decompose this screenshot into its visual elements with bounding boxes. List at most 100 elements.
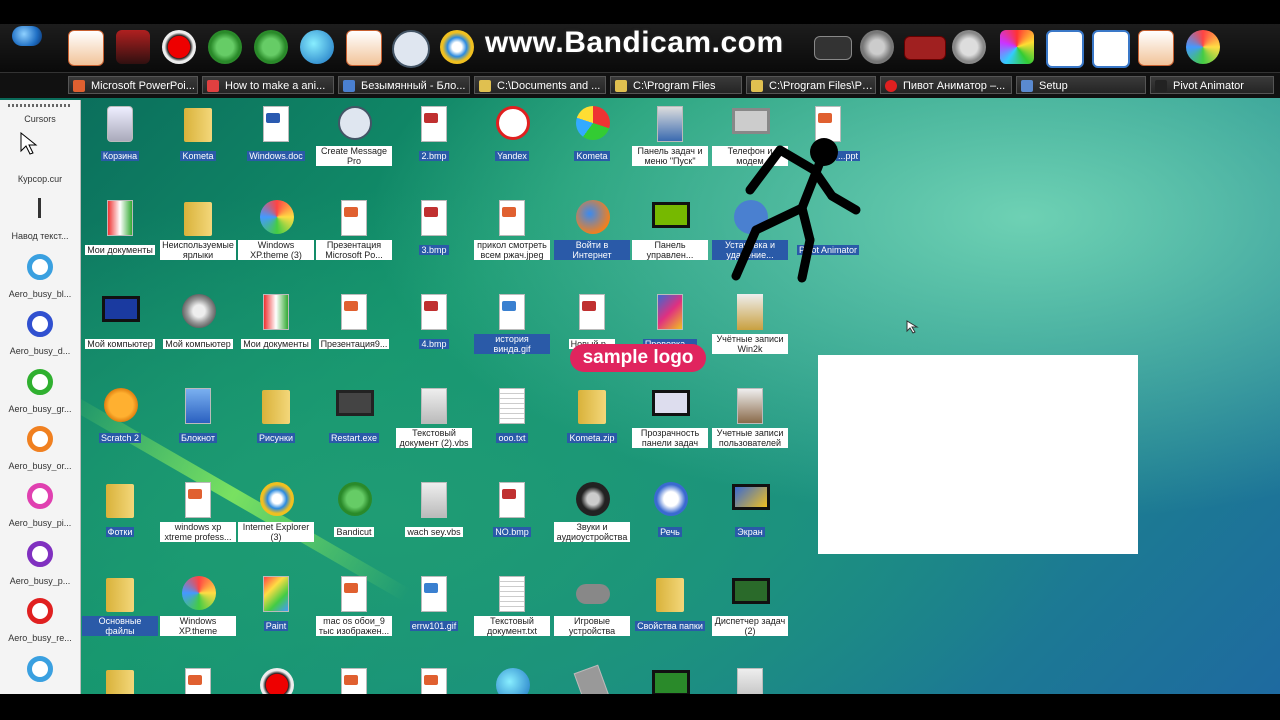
- bandicut-icon[interactable]: [208, 30, 242, 64]
- power-icon[interactable]: [814, 36, 852, 60]
- desktop-icon-no-bmp[interactable]: NO.bmp: [474, 480, 550, 539]
- start-button[interactable]: [12, 26, 42, 46]
- desktop-icon-ooo-txt[interactable]: ooo.txt: [474, 386, 550, 445]
- desktop-icon-my-computer-2[interactable]: Мой компьютер: [160, 292, 236, 351]
- busy-cursor-icon[interactable]: [27, 541, 53, 567]
- record-icon[interactable]: [162, 30, 196, 64]
- text-cursor-icon[interactable]: [38, 198, 41, 218]
- window-icon[interactable]: [1092, 30, 1130, 68]
- theme-icon[interactable]: [1186, 30, 1220, 64]
- yandex-icon: [496, 106, 530, 140]
- desktop-icon-yandex[interactable]: Yandex: [474, 104, 550, 163]
- powerpoint-icon[interactable]: [68, 30, 104, 66]
- taskbar-item[interactable]: C:\Program Files: [610, 76, 742, 94]
- taskbar-item[interactable]: C:\Documents and ...: [474, 76, 606, 94]
- desktop-icon-kometa-zip[interactable]: Kometa.zip: [554, 386, 630, 445]
- desktop-icon-mac-wallpapers[interactable]: mac os обои_9 тыс изображен...: [316, 574, 392, 638]
- desktop-icon-check[interactable]: Проверка ...: [632, 292, 708, 351]
- taskbar-item[interactable]: Setup: [1016, 76, 1146, 94]
- desktop-icon-2-bmp[interactable]: 2.bmp: [396, 104, 472, 163]
- desktop-icon-text-doc[interactable]: Текстовый документ.txt: [474, 574, 550, 638]
- desktop-icon-speech[interactable]: Речь: [632, 480, 708, 539]
- gear-icon[interactable]: [860, 30, 894, 64]
- desktop-icon-paint[interactable]: Paint: [238, 574, 314, 633]
- cursor-label: Навод текст...: [11, 231, 69, 241]
- desktop-icon-new-bmp[interactable]: Новый р...: [554, 292, 630, 351]
- desktop-icon-presentation[interactable]: Презентация Microsoft Po...: [316, 198, 392, 262]
- folder-icon: [106, 578, 134, 612]
- desktop-icon-my-documents[interactable]: Мои документы: [82, 198, 158, 257]
- desktop-icon-notepad[interactable]: Блокнот: [160, 386, 236, 445]
- taskbar-item[interactable]: Pivot Animator: [1150, 76, 1274, 94]
- desktop-icon-xp-theme[interactable]: Windows XP.theme: [160, 574, 236, 638]
- powerpoint-icon: [341, 200, 367, 236]
- desktop-icon-windows-doc[interactable]: Windows.doc: [238, 104, 314, 163]
- desktop-icon-kometa-folder[interactable]: Kometa: [160, 104, 236, 163]
- desktop-icon-unused-shortcuts[interactable]: Неиспользуемые ярлыки: [160, 198, 236, 262]
- desktop-icon-my-computer[interactable]: Мой компьютер: [82, 292, 158, 351]
- desktop-icon-3-bmp[interactable]: 3.bmp: [396, 198, 472, 257]
- busy-cursor-icon[interactable]: [27, 483, 53, 509]
- desktop-icon-task-manager[interactable]: Диспетчер задач (2): [712, 574, 788, 638]
- busy-cursor-icon[interactable]: [27, 656, 53, 682]
- colors-icon[interactable]: [1000, 30, 1034, 64]
- taskbar-item[interactable]: Пивот Аниматор –...: [880, 76, 1012, 94]
- busy-cursor-icon[interactable]: [27, 254, 53, 280]
- bmp-icon: [421, 200, 447, 236]
- bandicut-icon[interactable]: [254, 30, 288, 64]
- busy-cursor-icon[interactable]: [27, 426, 53, 452]
- globe-icon[interactable]: [300, 30, 334, 64]
- desktop-icon-presentation-9[interactable]: Презентация9...: [316, 292, 392, 351]
- taskbar-item[interactable]: Безымянный - Бло...: [338, 76, 470, 94]
- power-icon[interactable]: [904, 36, 946, 60]
- powerpoint-icon[interactable]: [1138, 30, 1174, 66]
- desktop-icon-display[interactable]: Экран: [712, 480, 788, 539]
- desktop-icon-internet-explorer[interactable]: Internet Explorer (3): [238, 480, 314, 544]
- window-icon[interactable]: [1046, 30, 1084, 68]
- folder-icon: [184, 108, 212, 142]
- desktop-icon-xtreme-ppt[interactable]: windows xp xtreme profess...: [160, 480, 236, 544]
- desktop-icon-folder-options[interactable]: Свойства папки: [632, 574, 708, 633]
- desktop-icon-user-accounts[interactable]: Учетные записи пользователей: [712, 386, 788, 450]
- busy-cursor-icon[interactable]: [27, 598, 53, 624]
- desktop-icon-history-gif[interactable]: история винда.gif: [474, 292, 550, 356]
- desktop-icon-wach-sey[interactable]: wach sey.vbs: [396, 480, 472, 539]
- desktop-icon-main-files[interactable]: Основные файлы: [82, 574, 158, 638]
- headset-icon[interactable]: [952, 30, 986, 64]
- desktop-icon-user-accounts-win2k[interactable]: Учётные записи Win2k: [712, 292, 788, 356]
- taskbar-item[interactable]: Microsoft PowerPoi...: [68, 76, 198, 94]
- desktop-icon-funny-jpeg[interactable]: прикол смотреть всем ржач.jpeg: [474, 198, 550, 262]
- desktop-icon-my-documents-2[interactable]: Мои документы: [238, 292, 314, 351]
- nvidia-icon: [652, 202, 690, 228]
- game-icon[interactable]: [116, 30, 150, 64]
- desktop-icon-photos-folder[interactable]: Фотки: [82, 480, 158, 539]
- ie-icon[interactable]: [440, 30, 474, 64]
- desktop-icon-vbs-2[interactable]: Текстовый документ (2).vbs: [396, 386, 472, 450]
- desktop-icon-xp-theme-3[interactable]: Windows XP.theme (3): [238, 198, 314, 262]
- taskbar-item[interactable]: How to make a ani...: [202, 76, 334, 94]
- desktop-icon-nvidia-panel[interactable]: Панель управлен...: [632, 198, 708, 262]
- arrow-cursor-icon[interactable]: [20, 132, 38, 156]
- desktop-icon-errw101[interactable]: errw101.gif: [396, 574, 472, 633]
- rjl-icon[interactable]: [392, 30, 430, 68]
- powerpoint-icon[interactable]: [346, 30, 382, 66]
- busy-cursor-icon[interactable]: [27, 311, 53, 337]
- panel-grip[interactable]: [8, 104, 72, 107]
- desktop-icon-internet-login[interactable]: Войти в Интернет: [554, 198, 630, 262]
- desktop-icon-kometa[interactable]: Kometa: [554, 104, 630, 163]
- desktop-icon-bandicut[interactable]: Bandicut: [316, 480, 392, 539]
- desktop-icon-scratch[interactable]: Scratch 2: [82, 386, 158, 445]
- desktop-icon-taskbar-start[interactable]: Панель задач и меню "Пуск": [632, 104, 708, 168]
- desktop-icon-4-bmp[interactable]: 4.bmp: [396, 292, 472, 351]
- desktop-icon-sounds[interactable]: Звуки и аудиоустройства: [554, 480, 630, 544]
- busy-cursor-icon[interactable]: [27, 369, 53, 395]
- desktop-icon-restart[interactable]: Restart.exe: [316, 386, 392, 445]
- desktop-icon-create-message-pro[interactable]: Create Message Pro: [316, 104, 392, 168]
- cursor-label: Aero_busy_re...: [8, 633, 72, 643]
- desktop-icon-taskbar-transparency[interactable]: Прозрачность панели задач: [632, 386, 708, 450]
- desktop-icon-recycle-bin[interactable]: Корзина: [82, 104, 158, 163]
- taskbar-item[interactable]: C:\Program Files\Piv...: [746, 76, 876, 94]
- cursor-label: Aero_busy_p...: [9, 576, 71, 586]
- desktop-icon-game-devices[interactable]: Игровые устройства: [554, 574, 630, 638]
- desktop-icon-pictures[interactable]: Рисунки: [238, 386, 314, 445]
